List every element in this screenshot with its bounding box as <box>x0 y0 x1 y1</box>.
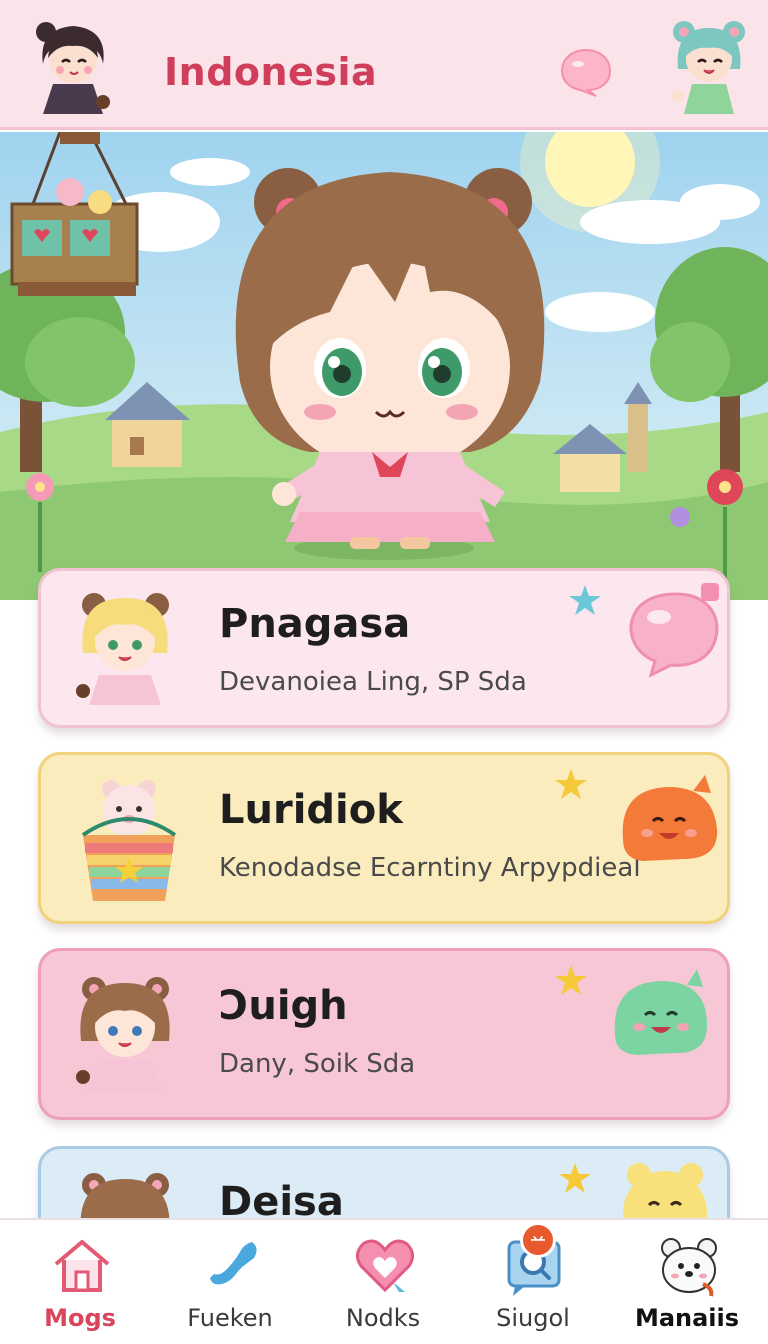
bear-face-icon <box>661 1238 717 1297</box>
card-subtitle: Dany, Soik Sda <box>219 1049 416 1079</box>
brown-bear-girl-icon <box>76 977 170 1093</box>
orange-slime-icon <box>622 775 718 861</box>
star-icon <box>569 585 601 615</box>
chat-bubble-icon[interactable] <box>560 46 612 98</box>
pink-bubble-icon <box>629 583 719 678</box>
notification-badge: 䒑 <box>520 1222 556 1258</box>
card-subtitle: Devanoiea Ling, SP Sda <box>219 667 527 697</box>
nav-label: Siugol <box>496 1304 570 1332</box>
chibi-bear-girl-scene <box>0 132 768 600</box>
star-icon <box>555 965 587 995</box>
card-title: Ɔuigh <box>219 983 348 1029</box>
phone-icon <box>210 1242 257 1285</box>
star-icon <box>555 769 587 799</box>
girl-avatar-icon[interactable] <box>28 14 118 118</box>
card-subtitle: Kenodadse Ecarntiny Arpypdieal <box>219 853 641 883</box>
nav-label: Manaiis <box>634 1304 740 1332</box>
nav-label: Nodks <box>345 1304 421 1332</box>
card-title: Luridiok <box>219 787 403 833</box>
nav-item-mogs[interactable]: Mogs <box>5 1220 155 1344</box>
nav-item-manaiis[interactable]: Manaiis <box>612 1220 762 1344</box>
blonde-bear-girl-icon <box>76 593 169 705</box>
nav-item-fueken[interactable]: Fueken <box>155 1220 305 1344</box>
home-icon <box>54 1240 110 1292</box>
bottom-nav: Mogs Fueken Nodks Siugol Manaiis <box>0 1218 768 1344</box>
nav-label: Fueken <box>187 1304 273 1332</box>
page-title: Indonesia <box>164 50 378 94</box>
star-icon <box>559 1163 591 1193</box>
nav-item-nodks[interactable]: Nodks <box>308 1220 458 1344</box>
card-title: Pnagasa <box>219 601 411 647</box>
bear-girl-avatar-icon[interactable] <box>664 14 754 118</box>
list-card[interactable]: Pnagasa Devanoiea Ling, SP Sda <box>38 568 730 728</box>
nav-label: Mogs <box>44 1304 116 1332</box>
list-card[interactable]: Luridiok Kenodadse Ecarntiny Arpypdieal <box>38 752 730 924</box>
green-slime-icon <box>614 969 707 1055</box>
list-card[interactable]: Ɔuigh Dany, Soik Sda <box>38 948 730 1120</box>
hero-illustration <box>0 132 768 600</box>
bear-in-bucket-icon <box>81 780 177 901</box>
heart-icon <box>356 1239 414 1293</box>
app-header: Indonesia <box>0 0 768 130</box>
